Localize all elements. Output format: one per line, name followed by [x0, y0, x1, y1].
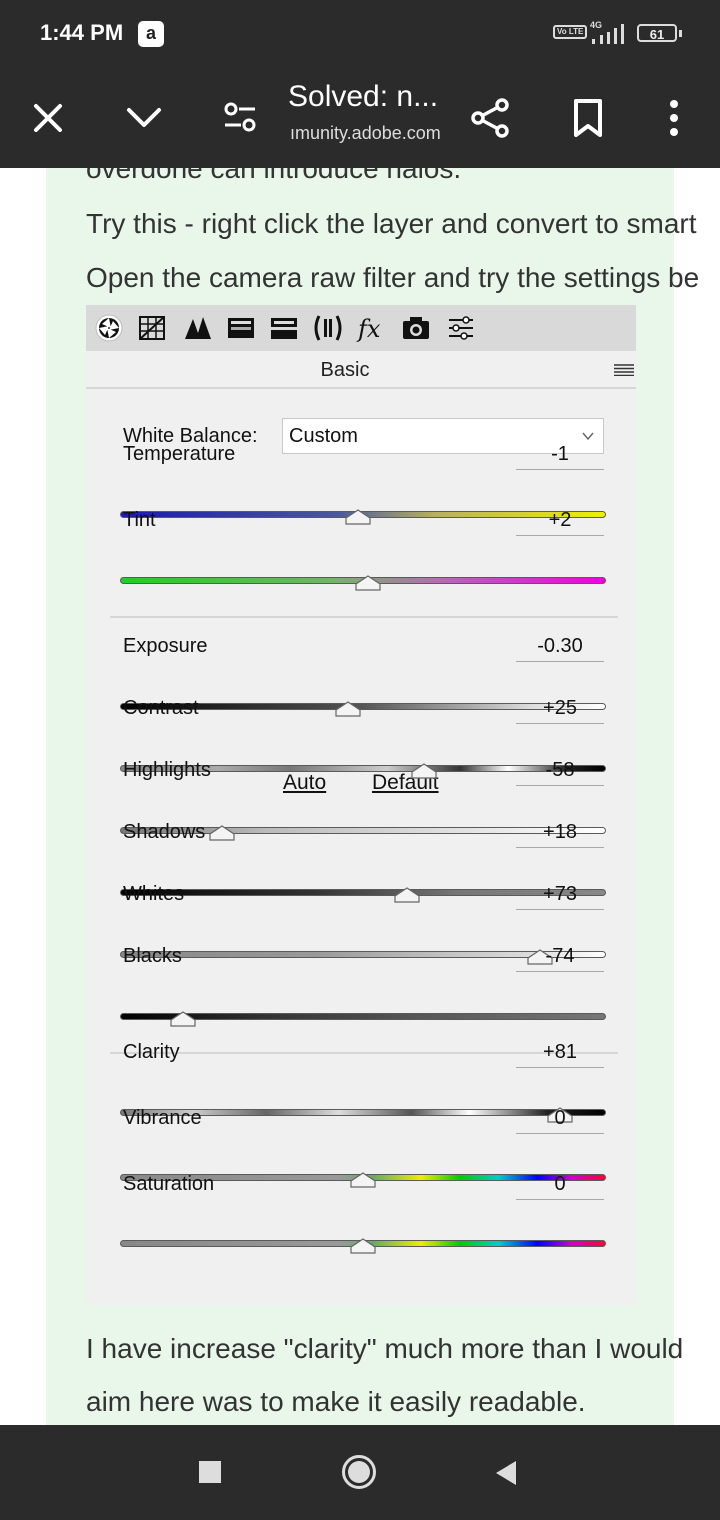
contrast-slider-thumb: [411, 763, 437, 779]
system-navigation-bar: [0, 1425, 720, 1520]
app-notification-icon: a: [138, 21, 164, 47]
camera-raw-tabs: fx: [86, 305, 636, 351]
vibrance-slider-thumb: [350, 1172, 376, 1188]
whites-label: Whites: [123, 883, 185, 905]
status-bar: 1:44 PM a Vo LTE 4G 61: [0, 0, 720, 68]
camera-calibration-icon: [403, 317, 429, 339]
saturation-value: 0: [516, 1173, 604, 1200]
shadows-value: +18: [516, 821, 604, 848]
vibrance-value: 0: [516, 1107, 604, 1134]
bookmark-icon[interactable]: [565, 95, 611, 141]
share-icon[interactable]: [468, 95, 514, 141]
temperature-value: -1: [516, 443, 604, 470]
back-button[interactable]: [494, 1460, 518, 1486]
contrast-label: Contrast: [123, 697, 199, 719]
basic-icon: [95, 314, 123, 342]
divider: [110, 616, 618, 618]
chevron-down-icon[interactable]: [121, 95, 167, 141]
hsl-icon: [228, 318, 254, 338]
tint-value: +2: [516, 509, 604, 536]
camera-raw-screenshot: fx Basic White Balance: Custom Temperatu…: [86, 305, 636, 1305]
exposure-value: -0.30: [516, 635, 604, 662]
post-text-line: overdone can introduce halos.: [86, 168, 462, 184]
page-title[interactable]: Solved: n...: [288, 80, 438, 114]
recent-apps-button[interactable]: [198, 1460, 222, 1484]
page-content[interactable]: overdone can introduce halos. Try this -…: [0, 168, 720, 1425]
shadows-label: Shadows: [123, 821, 206, 843]
saturation-slider-thumb: [350, 1238, 376, 1254]
shadows-slider-thumb: [394, 887, 420, 903]
signal-icon: [592, 24, 624, 44]
whites-value: +73: [516, 883, 604, 910]
panel-header: Basic: [86, 351, 636, 389]
tone-curve-icon: [139, 316, 165, 340]
presets-icon: [449, 316, 473, 340]
page-settings-icon[interactable]: [217, 95, 263, 141]
post-text-line: Try this - right click the layer and con…: [86, 208, 697, 239]
home-button[interactable]: [341, 1454, 377, 1490]
post-text-line: Open the camera raw filter and try the s…: [86, 262, 700, 293]
close-icon[interactable]: [25, 95, 71, 141]
post-text-line: I have increase "clarity" much more than…: [86, 1333, 684, 1364]
contrast-value: +25: [516, 697, 604, 724]
white-balance-value: Custom: [289, 425, 358, 447]
fx-icon: fx: [356, 315, 381, 343]
temperature-slider-thumb: [345, 509, 371, 525]
chevron-down-icon: [582, 432, 594, 441]
tint-label: Tint: [123, 509, 156, 531]
more-options-icon[interactable]: [651, 95, 697, 141]
panel-menu-icon: [614, 364, 634, 376]
vibrance-label: Vibrance: [123, 1107, 202, 1129]
clock: 1:44 PM: [40, 20, 124, 45]
exposure-slider-thumb: [335, 701, 362, 717]
clarity-value: +81: [516, 1041, 604, 1068]
battery-icon: 61: [637, 24, 677, 42]
lens-corrections-icon: [314, 315, 342, 341]
saturation-label: Saturation: [123, 1173, 215, 1195]
battery-tip: [679, 30, 682, 37]
highlights-slider-thumb: [209, 825, 235, 841]
volte-icon: Vo LTE: [553, 25, 588, 39]
temperature-label: Temperature: [123, 443, 236, 465]
page-url[interactable]: ımunity.adobe.com: [290, 123, 441, 144]
blacks-slider-thumb: [170, 1011, 196, 1027]
highlights-value: -58: [516, 759, 604, 786]
blacks-label: Blacks: [123, 945, 182, 967]
browser-toolbar: Solved: n... ımunity.adobe.com: [0, 68, 720, 168]
svg-text:fx: fx: [356, 315, 381, 343]
highlights-label: Highlights: [123, 759, 211, 781]
clarity-label: Clarity: [123, 1041, 180, 1063]
detail-icon: [185, 317, 211, 339]
split-toning-icon: [271, 318, 297, 339]
panel-title: Basic: [320, 359, 370, 381]
exposure-label: Exposure: [123, 635, 208, 657]
blacks-value: -74: [516, 945, 604, 972]
post-text-line: aim here was to make it easily readable.: [86, 1386, 586, 1417]
auto-link: Auto: [283, 771, 327, 794]
tint-slider-thumb: [355, 575, 381, 591]
